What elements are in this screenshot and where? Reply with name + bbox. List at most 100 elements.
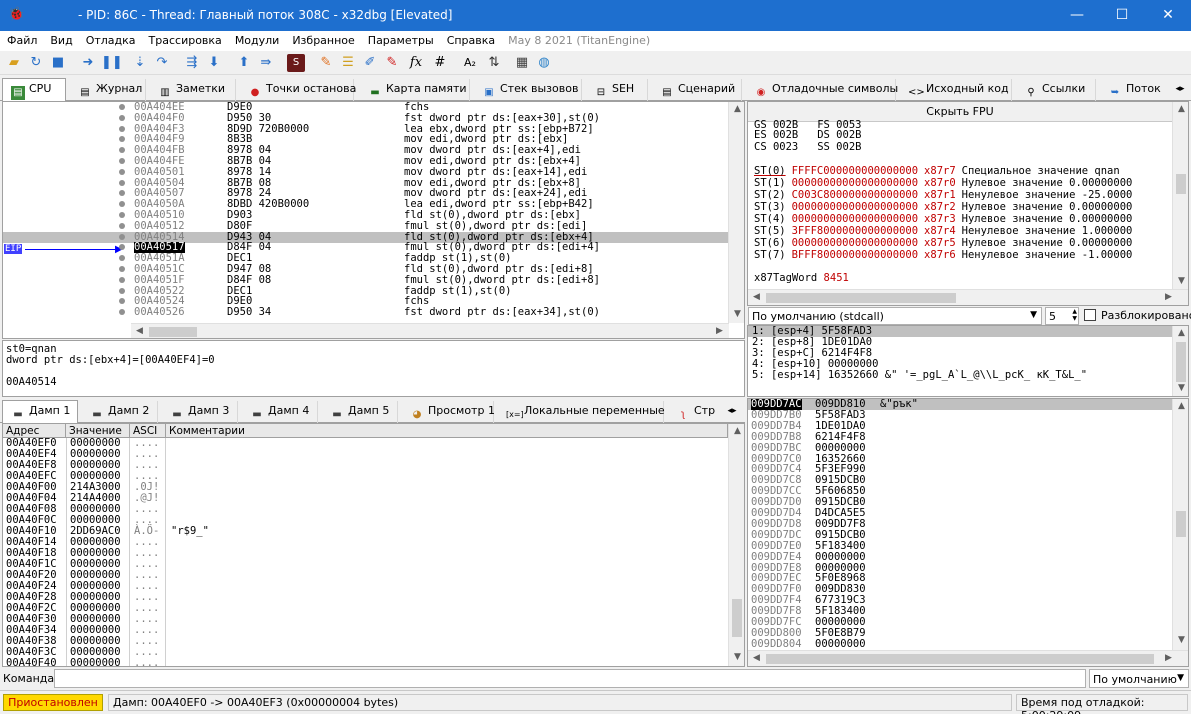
stop-icon[interactable]: ■ — [49, 54, 67, 72]
breakpoint-dot-icon[interactable] — [119, 244, 125, 251]
scroll-down-icon[interactable]: ▼ — [729, 309, 744, 319]
stack-pane[interactable]: 009DD7AC 009DD810 &"рък" 009DD7B0 5F58FAD3 00… — [747, 398, 1189, 667]
fpu-st-row[interactable]: ST(1) 00000000000000000000 x87r0 Нулевое зн… — [754, 177, 1132, 189]
scylla-icon[interactable]: S — [287, 54, 305, 72]
dump-pane[interactable]: Адрес Значение ASCI Комментарии 00A40EF0… — [2, 423, 745, 667]
unlock-checkbox[interactable] — [1084, 309, 1096, 321]
breakpoint-dot-icon[interactable] — [119, 222, 125, 229]
tab-threads[interactable]: ➥ Поток — [1100, 79, 1170, 101]
bookmark-icon[interactable]: ✎ — [383, 54, 401, 72]
disasm-row[interactable]: 00A40524 D9E0 fchs — [3, 296, 729, 307]
disasm-row[interactable]: 00A4051C D947 08 fld st(0),dword ptr ds:[e… — [3, 264, 729, 275]
open-icon[interactable]: ▰ — [5, 54, 23, 72]
regs-vscroll-thumb[interactable] — [1176, 174, 1186, 194]
font-icon[interactable]: A₂ — [461, 54, 479, 72]
disasm-row[interactable]: 00A404F3 8D9D 720B0000 lea ebx,dword ptr s… — [3, 123, 729, 135]
tab-dump-5[interactable]: ▬ Дамп 5 — [322, 401, 398, 423]
tab-call-stack[interactable]: ▣ Стек вызовов — [474, 79, 582, 101]
disasm-row[interactable]: 00A404F9 8B3B mov edi,dword ptr ds:[ebx] — [3, 134, 729, 145]
stack-row[interactable]: 009DD7D8 009DD7F8 — [748, 518, 1172, 530]
stack-row[interactable]: 009DD7D0 0915DCB0 — [748, 497, 1172, 508]
stack-hscroll-thumb[interactable] — [766, 654, 1154, 664]
comment-icon[interactable]: ☰ — [339, 54, 357, 72]
close-button[interactable]: ✕ — [1145, 0, 1191, 31]
stack-row[interactable]: 009DD7B0 5F58FAD3 — [748, 409, 1172, 421]
breakpoint-dot-icon[interactable] — [119, 298, 125, 305]
arguments-pane[interactable]: 1: [esp+4] 5F58FAD3 2: [esp+8] 1DE01DA0 3:… — [747, 325, 1189, 397]
menu-plugins[interactable]: Модули — [228, 31, 286, 47]
stack-row[interactable]: 009DD7B8 6214F4F8 — [748, 431, 1172, 443]
maximize-button[interactable]: ☐ — [1099, 0, 1145, 31]
scroll-up-icon[interactable]: ▲ — [729, 426, 744, 436]
restart-icon[interactable]: ↻ — [27, 54, 45, 72]
disasm-row[interactable]: 00A404FE 8B7B 04 mov edi,dword ptr ds:[ebx… — [3, 156, 729, 167]
stack-row[interactable]: 009DD7AC 009DD810 &"рък" — [748, 399, 1172, 410]
minimize-button[interactable]: — — [1054, 0, 1100, 31]
execute-till-return-icon[interactable]: ⬆ — [235, 54, 253, 72]
stack-row[interactable]: 009DD7B4 1DE01DA0 — [748, 420, 1172, 432]
stack-row[interactable]: 009DD7D4 D4DCA5E5 — [748, 508, 1172, 519]
registers-pane[interactable]: Скрыть FPU GS 002B FS 0053 ES 002B DS 00… — [747, 101, 1189, 306]
scroll-right-icon[interactable]: ▶ — [1160, 292, 1177, 302]
disasm-row[interactable]: 00A4050A 8DBD 420B0000 lea edi,dword ptr s… — [3, 199, 729, 210]
scroll-down-icon[interactable]: ▼ — [1173, 635, 1188, 645]
breakpoint-dot-icon[interactable] — [119, 287, 125, 294]
disasm-row[interactable]: 00A404FB 8978 04 mov dword ptr ds:[eax+4],… — [3, 145, 729, 156]
regs-hscroll-thumb[interactable] — [766, 293, 956, 303]
disasm-row[interactable]: 00A40510 D903 fld st(0),dword ptr ds:[ebx] — [3, 210, 729, 221]
fpu-st-row[interactable]: ST(6) 00000000000000000000 x87r5 Нулевое зн… — [754, 237, 1132, 249]
breakpoint-dot-icon[interactable] — [119, 147, 125, 154]
tab-log[interactable]: ▤ Журнал — [70, 79, 146, 101]
fpu-st-row[interactable]: ST(4) 00000000000000000000 x87r3 Нулевое зн… — [754, 213, 1132, 225]
disassembly-pane[interactable]: EIP ▶ 00A404EE D9E0 fchs 00A404F0 D950 30 fst… — [2, 101, 745, 339]
arg-count-stepper[interactable]: 5 ▲ ▼ — [1045, 307, 1079, 325]
disasm-row[interactable]: 00A40507 8978 24 mov dword ptr ds:[eax+24]… — [3, 188, 729, 199]
scroll-down-icon[interactable]: ▼ — [729, 652, 744, 662]
breakpoint-dot-icon[interactable] — [119, 179, 125, 186]
disasm-hscroll-thumb[interactable] — [149, 327, 197, 337]
breakpoint-dot-icon[interactable] — [119, 212, 125, 218]
run-to-user-code-icon[interactable]: ⇛ — [257, 54, 275, 72]
menu-options[interactable]: Параметры — [361, 31, 440, 47]
patch-icon[interactable]: ✎ — [317, 54, 335, 72]
breakpoint-dot-icon[interactable] — [119, 276, 125, 283]
breakpoint-dot-icon[interactable] — [119, 255, 125, 262]
stack-row[interactable]: 009DD7BC 00000000 — [748, 442, 1172, 454]
scroll-up-icon[interactable]: ▲ — [1173, 328, 1188, 338]
breakpoint-dot-icon[interactable] — [119, 136, 125, 143]
breakpoint-dot-icon[interactable] — [119, 190, 125, 197]
trace-into-icon[interactable]: ⇶ — [183, 54, 201, 72]
step-over-icon[interactable]: ↷ — [153, 54, 171, 72]
disasm-row[interactable]: 00A4051F D84F 08 fmul st(0),dword ptr ds:[… — [3, 274, 729, 286]
tab-notes[interactable]: ▥ Заметки — [150, 79, 236, 101]
tab-memory-map[interactable]: ▬ Карта памяти — [360, 79, 470, 101]
stack-row[interactable]: 009DD7C0 16352660 — [748, 453, 1172, 465]
stack-row[interactable]: 009DD804 00000000 — [748, 638, 1172, 649]
stack-row[interactable]: 009DD7F4 677319C3 — [748, 595, 1172, 606]
stack-row[interactable]: 009DD7FC 00000000 — [748, 617, 1172, 628]
stack-row[interactable]: 009DD7DC 0915DCB0 — [748, 529, 1172, 541]
menu-debug[interactable]: Отладка — [79, 31, 142, 47]
tab-seh[interactable]: ⊟ SEH — [586, 79, 648, 101]
callconv-select[interactable]: По умолчанию (stdcall) ▼ — [748, 307, 1042, 325]
tab-source[interactable]: <>Исходный код — [900, 79, 1012, 101]
tab-references[interactable]: ⚲ Ссылки — [1016, 79, 1096, 101]
dump-col-comments[interactable]: Комментарии — [166, 424, 728, 438]
disasm-vscroll[interactable]: ▲ ▼ — [728, 102, 744, 323]
dump-row[interactable]: 00A40F40 00000000.... — [3, 658, 728, 667]
scroll-down-icon[interactable]: ▼ — [1173, 276, 1188, 286]
disasm-row[interactable]: 00A40526 D950 34 fst dword ptr ds:[eax+34]… — [3, 307, 729, 318]
label-icon[interactable]: ✐ — [361, 54, 379, 72]
breakpoint-dot-icon[interactable] — [119, 201, 125, 208]
tab-symbols[interactable]: ◉ Отладочные символы — [746, 79, 898, 101]
breakpoint-dot-icon[interactable] — [119, 309, 125, 316]
args-vscroll[interactable]: ▲ ▼ — [1172, 326, 1188, 396]
tab-script[interactable]: ▤ Сценарий — [652, 79, 742, 101]
stack-row[interactable]: 009DD7CC 5F606850 — [748, 486, 1172, 497]
stack-row[interactable]: 009DD7C8 0915DCB0 — [748, 475, 1172, 486]
scroll-right-icon[interactable]: ▶ — [711, 326, 728, 336]
stack-vscroll-thumb[interactable] — [1176, 511, 1186, 537]
arg-row[interactable]: 5: [esp+14] 16352660 &" '=_pgL_A`L_@\\L_… — [752, 370, 1087, 381]
command-mode-select[interactable]: По умолчанию ▼ — [1089, 669, 1189, 688]
scroll-right-icon[interactable]: ▶ — [1160, 653, 1177, 663]
